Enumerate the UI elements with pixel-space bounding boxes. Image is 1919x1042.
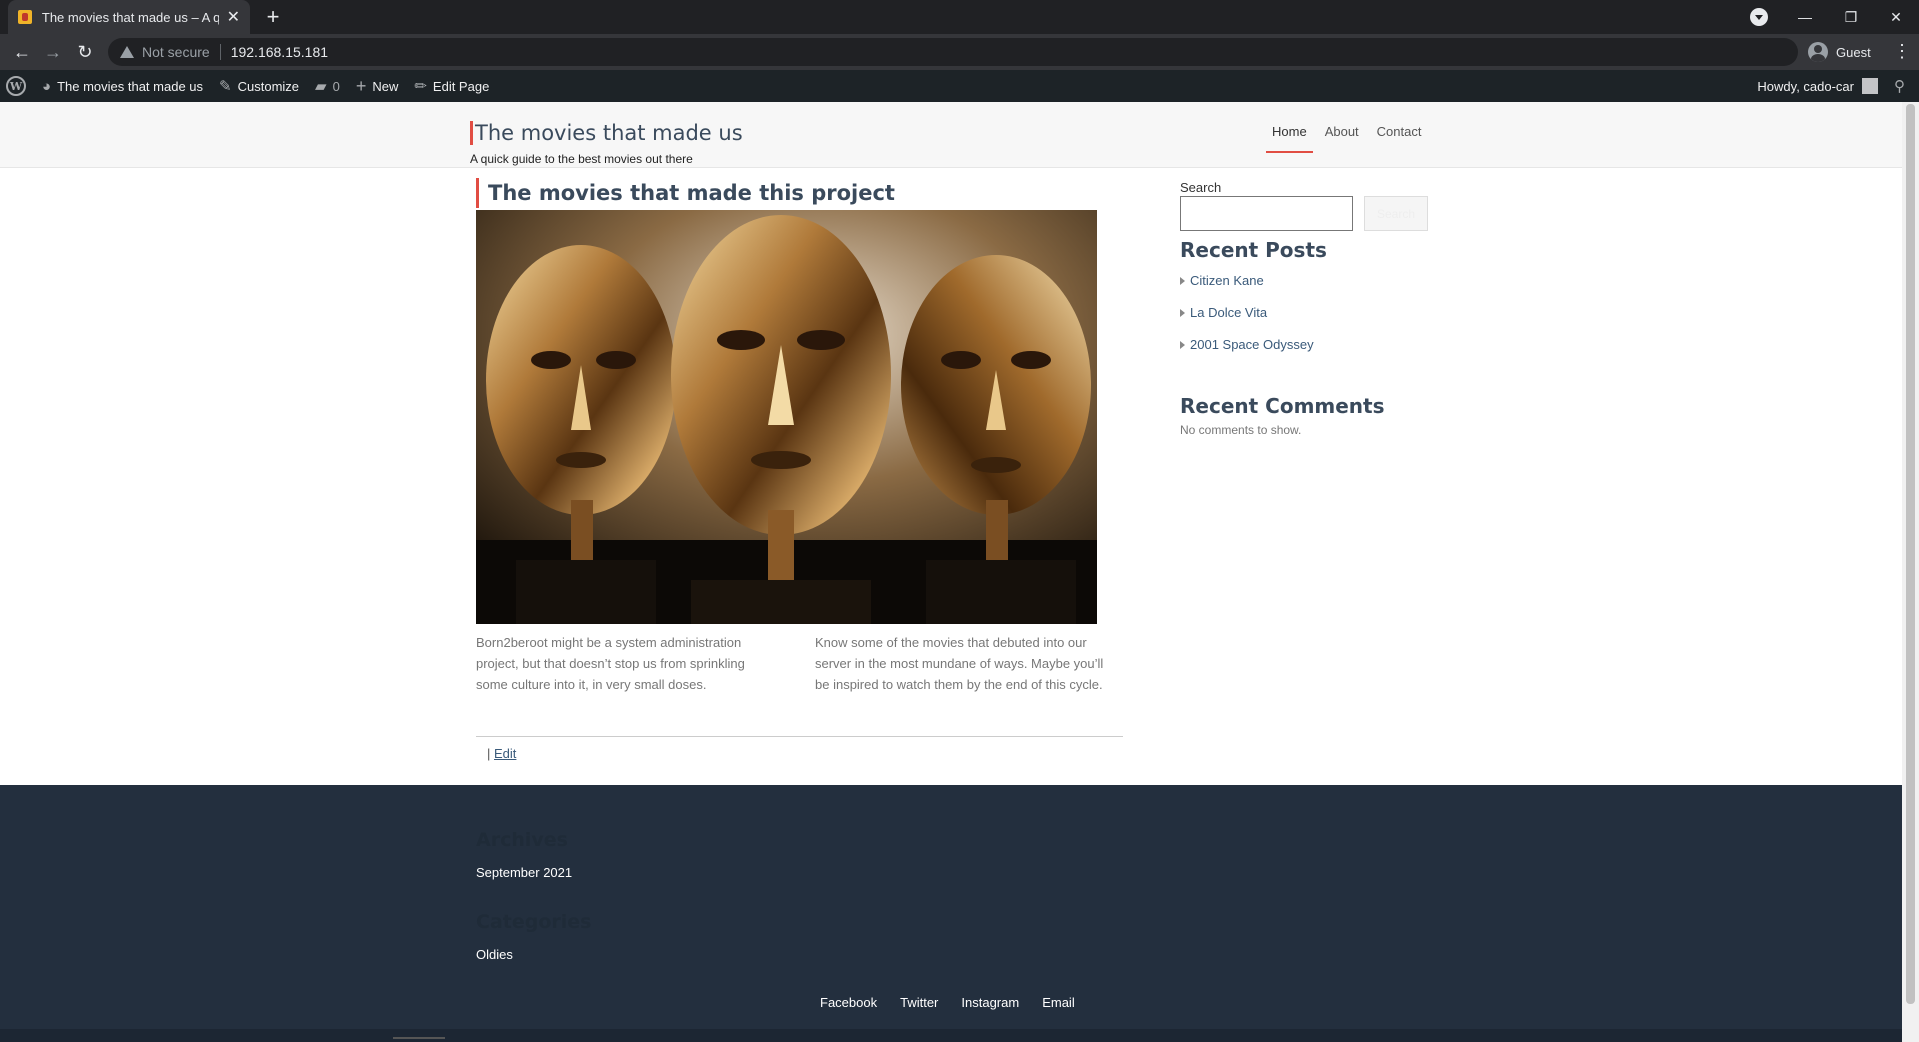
wp-logo-menu[interactable]: W	[0, 70, 34, 102]
entry-text-right: Know some of the movies that debuted int…	[815, 635, 1104, 692]
admin-site-name[interactable]: ◕ The movies that made us	[34, 70, 211, 102]
nav-home[interactable]: Home	[1266, 120, 1313, 153]
howdy-label: Howdy, cado-car	[1757, 78, 1854, 94]
plus-icon: +	[355, 75, 367, 96]
back-icon[interactable]: ←	[10, 40, 34, 64]
url-text[interactable]: 192.168.15.181	[231, 44, 328, 60]
dashboard-icon: ◕	[42, 77, 52, 95]
social-twitter[interactable]: Twitter	[900, 995, 938, 1010]
restore-icon[interactable]: ❐	[1828, 0, 1874, 34]
entry-footer-divider	[476, 736, 1123, 737]
recent-post-item[interactable]: Citizen Kane	[1180, 272, 1314, 304]
recent-comments-title: Recent Comments	[1180, 394, 1385, 418]
admin-comments-count: 0	[332, 78, 340, 94]
social-instagram[interactable]: Instagram	[961, 995, 1019, 1010]
pencil-icon: ✏	[414, 78, 427, 95]
security-indicator[interactable]: Not secure	[142, 44, 210, 60]
admin-search[interactable]: ⚲	[1886, 70, 1919, 102]
browser-tab[interactable]: The movies that made us – A quick guide …	[8, 0, 250, 34]
admin-customize-label: Customize	[237, 78, 300, 94]
address-bar[interactable]: Not secure 192.168.15.181	[108, 38, 1798, 66]
tab-search-icon[interactable]	[1750, 8, 1768, 26]
new-tab-button[interactable]: +	[260, 4, 286, 30]
search-label: Search	[1180, 180, 1222, 195]
tab-close-icon[interactable]: ✕	[227, 7, 240, 27]
minimize-icon[interactable]: —	[1782, 0, 1828, 34]
archive-link[interactable]: September 2021	[476, 865, 572, 880]
archives-title: Archives	[476, 829, 568, 851]
featured-image	[476, 210, 1097, 624]
browser-menu-icon[interactable]: ⋮	[1893, 42, 1911, 60]
search-icon: ⚲	[1894, 78, 1905, 95]
search-input[interactable]	[1180, 196, 1353, 231]
admin-comments[interactable]: ▰ 0	[307, 70, 348, 102]
recent-post-item[interactable]: La Dolce Vita	[1180, 304, 1314, 336]
recent-post-label: Citizen Kane	[1190, 273, 1264, 288]
caret-right-icon	[1180, 341, 1185, 349]
edit-separator: |	[487, 746, 491, 761]
page-scrollbar[interactable]	[1902, 102, 1919, 1042]
admin-site-name-label: The movies that made us	[57, 78, 204, 94]
nav-about[interactable]: About	[1319, 120, 1365, 153]
brush-icon: ✎	[219, 78, 232, 95]
admin-edit-page[interactable]: ✏ Edit Page	[406, 70, 497, 102]
search-button[interactable]: Search	[1364, 196, 1428, 231]
social-menu: Facebook Twitter Instagram Email	[820, 995, 1098, 1010]
recent-post-item[interactable]: 2001 Space Odyssey	[1180, 336, 1314, 368]
site-header: The movies that made us A quick guide to…	[0, 102, 1902, 168]
edit-link[interactable]: Edit	[494, 746, 516, 761]
browser-toolbar: ← → ↻ Not secure 192.168.15.181 Guest ⋮	[0, 34, 1919, 70]
admin-customize[interactable]: ✎ Customize	[211, 70, 307, 102]
scrollbar-thumb[interactable]	[1906, 104, 1915, 1004]
admin-new[interactable]: + New	[348, 70, 407, 102]
social-facebook[interactable]: Facebook	[820, 995, 877, 1010]
category-link[interactable]: Oldies	[476, 947, 513, 962]
caret-right-icon	[1180, 309, 1185, 317]
profile-name: Guest	[1836, 44, 1871, 60]
reload-icon[interactable]: ↻	[73, 40, 97, 64]
wp-admin-bar: W ◕ The movies that made us ✎ Customize …	[0, 70, 1919, 102]
wordpress-logo-icon: W	[6, 76, 26, 96]
social-email[interactable]: Email	[1042, 995, 1075, 1010]
site-footer: Archives September 2021 Categories Oldie…	[0, 785, 1902, 1042]
footer-bottom-bar	[0, 1029, 1902, 1042]
no-comments-text: No comments to show.	[1180, 423, 1302, 437]
warning-icon	[120, 46, 134, 58]
site-description: A quick guide to the best movies out the…	[470, 152, 693, 166]
footer-divider	[393, 1037, 445, 1039]
recent-posts-list: Citizen Kane La Dolce Vita 2001 Space Od…	[1180, 272, 1314, 368]
recent-post-label: La Dolce Vita	[1190, 305, 1268, 320]
nav-contact[interactable]: Contact	[1371, 120, 1428, 153]
recent-posts-title: Recent Posts	[1180, 238, 1327, 262]
site-title[interactable]: The movies that made us	[470, 121, 743, 145]
entry-title: The movies that made this project	[476, 178, 895, 208]
forward-icon[interactable]: →	[41, 40, 65, 64]
guest-avatar-icon	[1808, 42, 1828, 62]
omnibox-divider	[219, 44, 221, 60]
page-viewport: The movies that made us A quick guide to…	[0, 102, 1902, 1042]
bafta-masks-image	[476, 210, 1097, 624]
user-avatar-icon	[1862, 78, 1878, 94]
admin-edit-page-label: Edit Page	[432, 78, 490, 94]
recent-post-label: 2001 Space Odyssey	[1190, 337, 1314, 352]
browser-tab-bar: The movies that made us – A quick guide …	[0, 0, 1919, 34]
window-close-icon[interactable]: ✕	[1873, 0, 1919, 34]
categories-title: Categories	[476, 911, 592, 933]
main-navigation: Home About Contact	[1266, 120, 1433, 153]
profile-button[interactable]: Guest	[1808, 39, 1871, 65]
admin-account[interactable]: Howdy, cado-car	[1749, 70, 1886, 102]
admin-new-label: New	[372, 78, 399, 94]
entry-edit: | Edit	[487, 746, 516, 761]
comment-icon: ▰	[315, 78, 327, 95]
caret-right-icon	[1180, 277, 1185, 285]
site-favicon-icon	[18, 10, 32, 24]
tab-title: The movies that made us – A quick guide …	[41, 9, 219, 25]
entry-text-left: Born2beroot might be a system administra…	[476, 635, 745, 692]
